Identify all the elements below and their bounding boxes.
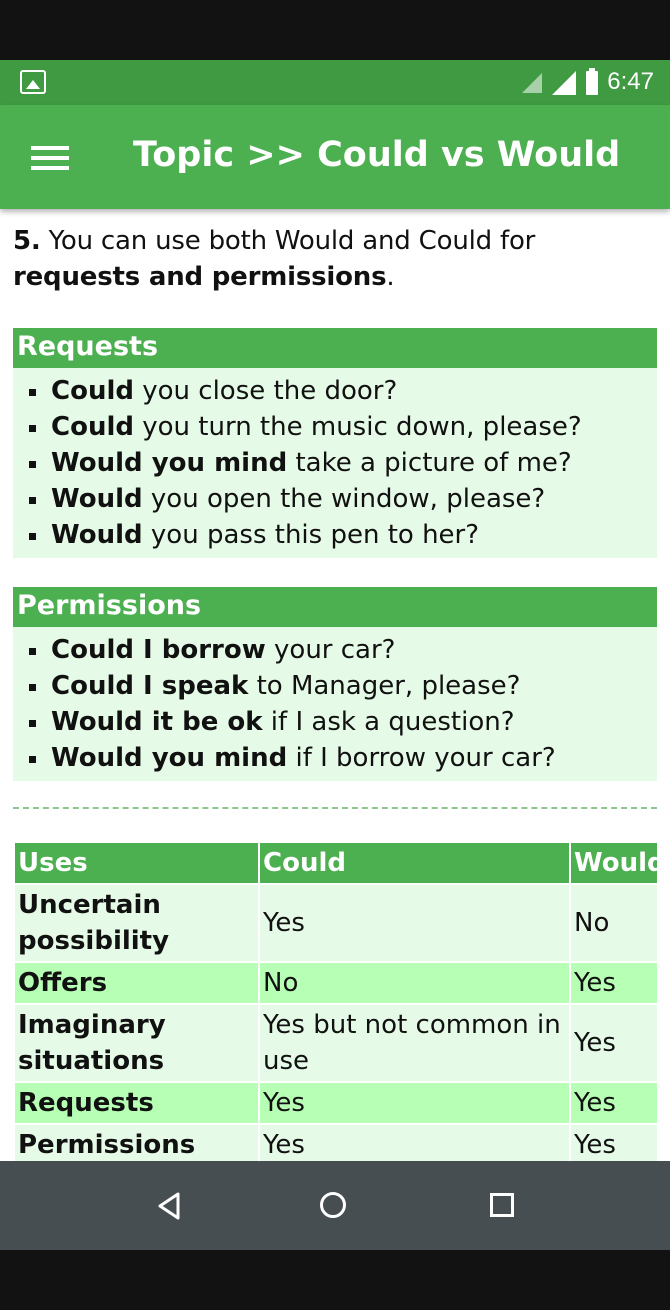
list-item: Would you open the window, please? [13, 481, 657, 517]
table-cell: Yes but not common in use [258, 1003, 571, 1083]
table-cell: Yes [258, 883, 571, 963]
section-divider [13, 807, 657, 809]
battery-icon [586, 68, 598, 95]
android-navigation-bar [0, 1161, 670, 1250]
requests-section: Requests Could you close the door? Could… [13, 328, 657, 558]
table-cell: Yes [258, 1123, 571, 1161]
table-cell: Yes [569, 1003, 659, 1083]
back-icon[interactable] [156, 1191, 182, 1221]
table-cell: No [569, 883, 659, 963]
lesson-content: 5. You can use both Would and Could for … [0, 209, 670, 1161]
table-row: Permissions Yes Yes [13, 1123, 659, 1161]
table-header-would: Would [569, 841, 666, 885]
permissions-section: Permissions Could I borrow your car? Cou… [13, 587, 657, 781]
signal-icon [552, 71, 576, 95]
intro-end: . [386, 262, 395, 292]
table-row: Requests Yes Yes [13, 1081, 659, 1125]
table-cell: Yes [569, 1123, 659, 1161]
table-row: Imaginary situations Yes but not common … [13, 1003, 659, 1083]
table-header-could: Could [258, 841, 571, 885]
page-title: Topic >> Could vs Would [133, 135, 621, 175]
home-icon[interactable] [320, 1192, 346, 1218]
intro-number: 5. [13, 226, 41, 256]
table-cell: No [258, 961, 571, 1005]
list-item: Would you pass this pen to her? [13, 517, 657, 553]
table-cell: Requests [13, 1081, 260, 1125]
table-header-uses: Uses [13, 841, 260, 885]
list-item: Would you mind take a picture of me? [13, 445, 657, 481]
status-time: 6:47 [607, 68, 654, 95]
top-screen-border [0, 0, 670, 60]
table-cell: Yes [569, 1081, 659, 1125]
table-cell: Imaginary situations [13, 1003, 260, 1083]
table-row: Offers No Yes [13, 961, 659, 1005]
intro-bold-text: requests and permissions [13, 262, 387, 292]
menu-icon[interactable] [31, 146, 69, 174]
app-bar: Topic >> Could vs Would [0, 105, 670, 209]
intro-text: You can use both Would and Could for [40, 226, 536, 256]
lesson-intro: 5. You can use both Would and Could for … [13, 223, 655, 295]
list-item: Would you mind if I borrow your car? [13, 740, 657, 776]
status-bar: 6:47 [0, 60, 670, 105]
table-cell: Yes [258, 1081, 571, 1125]
list-item: Would it be ok if I ask a question? [13, 704, 657, 740]
permissions-list: Could I borrow your car? Could I speak t… [13, 627, 657, 781]
bottom-screen-border [0, 1250, 670, 1310]
list-item: Could you close the door? [13, 373, 657, 409]
requests-header: Requests [13, 328, 657, 368]
signal-outline-icon [522, 73, 542, 93]
table-cell: Offers [13, 961, 260, 1005]
list-item: Could you turn the music down, please? [13, 409, 657, 445]
recent-apps-icon[interactable] [490, 1193, 514, 1217]
requests-list: Could you close the door? Could you turn… [13, 368, 657, 558]
table-cell: Yes [569, 961, 659, 1005]
image-icon [20, 70, 46, 94]
table-cell: Uncertain possibility [13, 883, 260, 963]
table-row: Uncertain possibility Yes No [13, 883, 659, 963]
comparison-table: Uses Could Would Uncertain possibility Y… [13, 841, 666, 1161]
list-item: Could I borrow your car? [13, 632, 657, 668]
list-item: Could I speak to Manager, please? [13, 668, 657, 704]
permissions-header: Permissions [13, 587, 657, 627]
table-cell: Permissions [13, 1123, 260, 1161]
table-header-row: Uses Could Would [13, 841, 666, 885]
status-icons [522, 68, 598, 95]
